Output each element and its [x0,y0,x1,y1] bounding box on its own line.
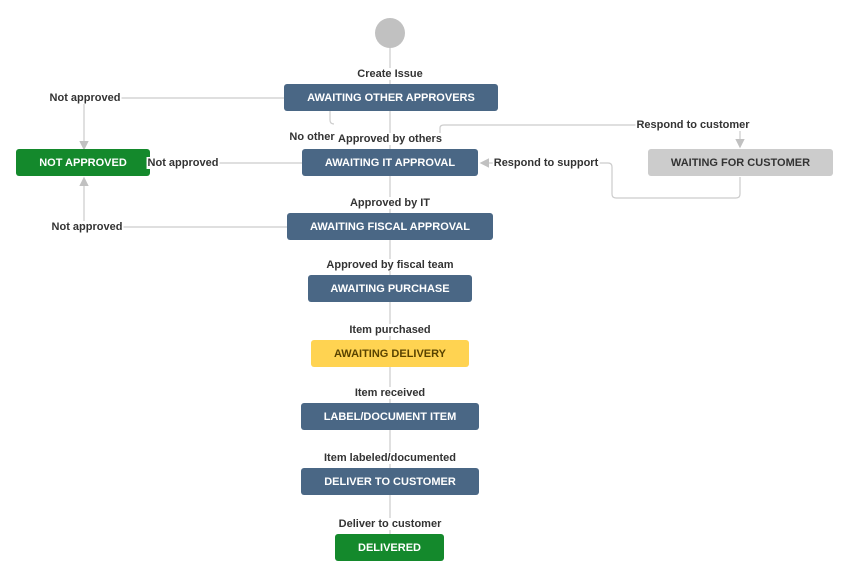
transition-approved-by-it[interactable]: Approved by IT [348,197,432,209]
line-not-approved-1 [79,97,284,151]
transition-approved-by-fiscal-team[interactable]: Approved by fiscal team [325,259,455,271]
transition-no-other[interactable]: No other [288,131,335,143]
status-label-document-item[interactable]: LABEL/DOCUMENT ITEM [301,403,479,430]
transition-item-received[interactable]: Item received [353,387,427,399]
status-not-approved[interactable]: NOT APPROVED [16,149,150,176]
transition-create-issue[interactable]: Create Issue [356,68,424,80]
transition-approved-by-others[interactable]: Approved by others [337,133,443,145]
transition-respond-to-customer[interactable]: Respond to customer [635,119,751,131]
transition-not-approved-3[interactable]: Not approved [50,221,124,233]
status-awaiting-delivery[interactable]: AWAITING DELIVERY [311,340,469,367]
transition-not-approved-1[interactable]: Not approved [48,92,122,104]
transition-deliver-to-customer[interactable]: Deliver to customer [337,518,443,530]
status-waiting-for-customer[interactable]: WAITING FOR CUSTOMER [648,149,833,176]
status-delivered[interactable]: DELIVERED [335,534,444,561]
transition-not-approved-2[interactable]: Not approved [146,157,220,169]
line-no-other [329,111,335,125]
transition-respond-to-support[interactable]: Respond to support [492,157,600,169]
line-not-approved-3 [79,176,287,228]
transition-item-labeled-documented[interactable]: Item labeled/documented [322,452,458,464]
status-awaiting-other-approvers[interactable]: AWAITING OTHER APPROVERS [284,84,498,111]
start-node [375,18,405,48]
status-awaiting-it-approval[interactable]: AWAITING IT APPROVAL [302,149,478,176]
status-deliver-to-customer[interactable]: DELIVER TO CUSTOMER [301,468,479,495]
status-awaiting-fiscal-approval[interactable]: AWAITING FISCAL APPROVAL [287,213,493,240]
status-awaiting-purchase[interactable]: AWAITING PURCHASE [308,275,472,302]
transition-item-purchased[interactable]: Item purchased [348,324,432,336]
